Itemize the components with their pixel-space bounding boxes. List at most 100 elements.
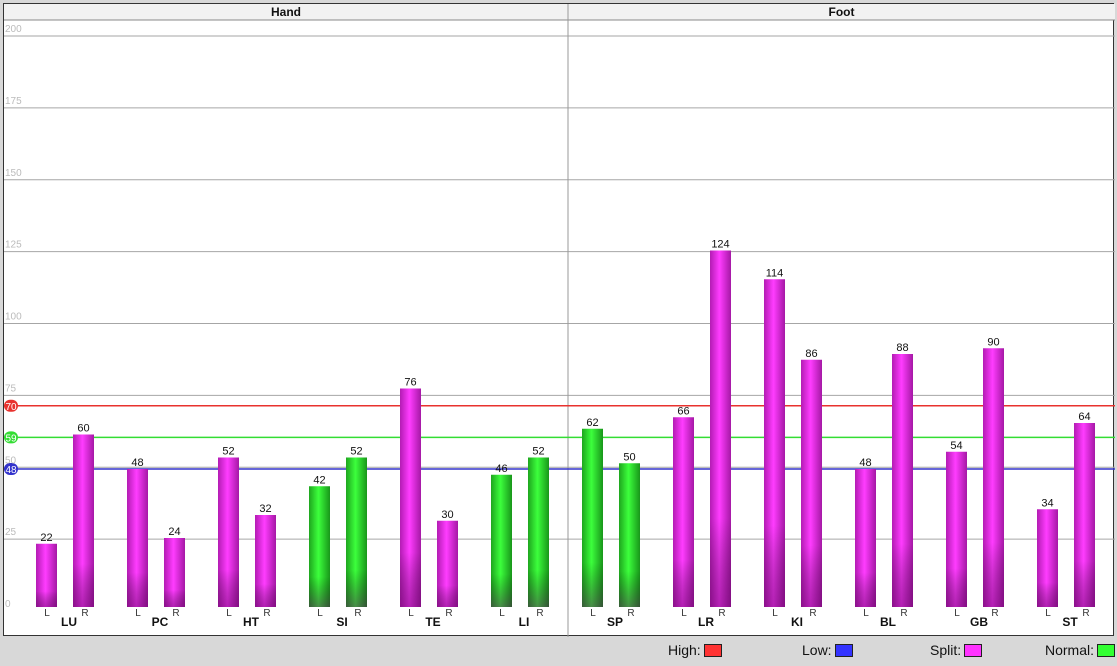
group-label-foot: Foot [829,5,855,19]
bar-value-SP-L: 62 [586,417,598,429]
bar-shade-HT-L [218,457,239,607]
legend-low-swatch [834,643,853,657]
bar-shade-BL-L [855,469,876,607]
bar-shade-SI-L [309,486,330,607]
bar-shade-LU-R [73,434,94,607]
side-label-GB-R: R [991,608,998,619]
side-label-ST-L: L [1045,608,1051,619]
group-label-hand: Hand [271,5,301,19]
side-label-LI-L: L [499,608,505,619]
bar-shade-SP-R [619,463,640,607]
bar-shade-LI-L [491,474,512,607]
side-label-SI-R: R [354,608,361,619]
legend-normal-swatch [1097,643,1116,657]
side-label-TE-L: L [408,608,414,619]
bar-value-ST-L: 34 [1041,497,1053,509]
meridian-label-ST: ST [1062,615,1078,629]
bar-shade-ST-R [1074,423,1095,607]
bar-value-GB-R: 90 [987,336,999,348]
chart-frame: 70 59 48 Hand Foot 0 25 50 75 100 125 150 175 200 22 L… [3,3,1115,637]
legend-normal-label: Normal: [1045,642,1095,658]
bar-shade-ST-L [1037,509,1058,607]
side-label-LR-L: L [681,608,687,619]
bar-value-GB-L: 54 [950,440,962,452]
side-label-SP-L: L [590,608,596,619]
y-tick-label: 200 [5,24,22,35]
side-label-KI-R: R [809,608,816,619]
bar-shade-LR-R [710,250,731,607]
bar-value-PC-R: 24 [168,526,180,538]
legend-high: High: [668,642,722,658]
side-label-PC-L: L [135,608,141,619]
y-tick-label: 100 [5,312,22,323]
bar-value-LR-R: 124 [711,239,729,251]
bar-value-LU-L: 22 [40,532,52,544]
meridian-label-PC: PC [152,615,169,629]
y-tick-label: 25 [5,527,17,538]
threshold-value-high: 70 [5,402,17,413]
bar-value-TE-L: 76 [404,377,416,389]
side-label-SP-R: R [627,608,634,619]
legend-split-label: Split: [930,642,962,658]
side-label-LI-R: R [536,608,543,619]
header-row [4,4,1115,20]
bar-shade-SP-L [582,428,603,607]
bar-shade-PC-L [127,469,148,607]
side-label-TE-R: R [445,608,452,619]
bar-shade-PC-R [164,538,185,607]
side-label-LR-R: R [718,608,725,619]
bar-shade-HT-R [255,515,276,607]
bar-value-KI-R: 86 [805,348,817,360]
legend-low: Low: [802,642,853,658]
bar-value-HT-R: 32 [259,503,271,515]
side-label-HT-L: L [226,608,232,619]
bar-shade-GB-L [946,451,967,607]
side-label-PC-R: R [172,608,179,619]
side-label-LU-R: R [81,608,88,619]
threshold-value-normal: 59 [5,433,17,444]
y-tick-label: 150 [5,168,22,179]
bar-shade-KI-R [801,359,822,607]
legend-normal: Normal: [1045,642,1116,658]
threshold-value-low: 48 [5,465,17,476]
bar-shade-LR-L [673,417,694,607]
legend-split: Split: [930,642,983,658]
meridian-label-GB: GB [970,615,988,629]
meridian-label-LU: LU [61,615,77,629]
bar-value-ST-R: 64 [1078,411,1090,423]
bar-shade-KI-L [764,279,785,607]
bar-value-TE-R: 30 [441,509,453,521]
side-label-BL-L: L [863,608,869,619]
bar-value-SI-R: 52 [350,446,362,458]
legend-split-swatch [964,643,983,657]
bar-value-BL-L: 48 [859,457,871,469]
bar-value-SP-R: 50 [623,451,635,463]
bar-shade-TE-R [437,520,458,607]
side-label-BL-R: R [900,608,907,619]
bar-value-PC-L: 48 [131,457,143,469]
y-tick-label: 0 [5,599,11,610]
y-tick-label: 175 [5,96,22,107]
side-label-ST-R: R [1082,608,1089,619]
bar-value-KI-L: 114 [766,267,784,279]
side-label-GB-L: L [954,608,960,619]
bar-shade-LU-L [36,543,57,607]
side-label-LU-L: L [44,608,50,619]
legend-high-label: High: [668,642,701,658]
bar-value-SI-L: 42 [313,474,325,486]
meridian-label-BL: BL [880,615,896,629]
bar-value-BL-R: 88 [896,342,908,354]
bar-shade-GB-R [983,348,1004,607]
meridian-label-SI: SI [336,615,347,629]
meridian-label-KI: KI [791,615,803,629]
bar-value-LI-R: 52 [532,446,544,458]
bar-shade-TE-L [400,388,421,607]
meridian-label-HT: HT [243,615,260,629]
meridian-label-SP: SP [607,615,623,629]
legend-high-swatch [703,643,722,657]
bar-shade-LI-R [528,457,549,607]
bar-shade-BL-R [892,354,913,607]
y-tick-label: 75 [5,383,17,394]
legend-low-label: Low: [802,642,832,658]
y-tick-label: 125 [5,240,22,251]
